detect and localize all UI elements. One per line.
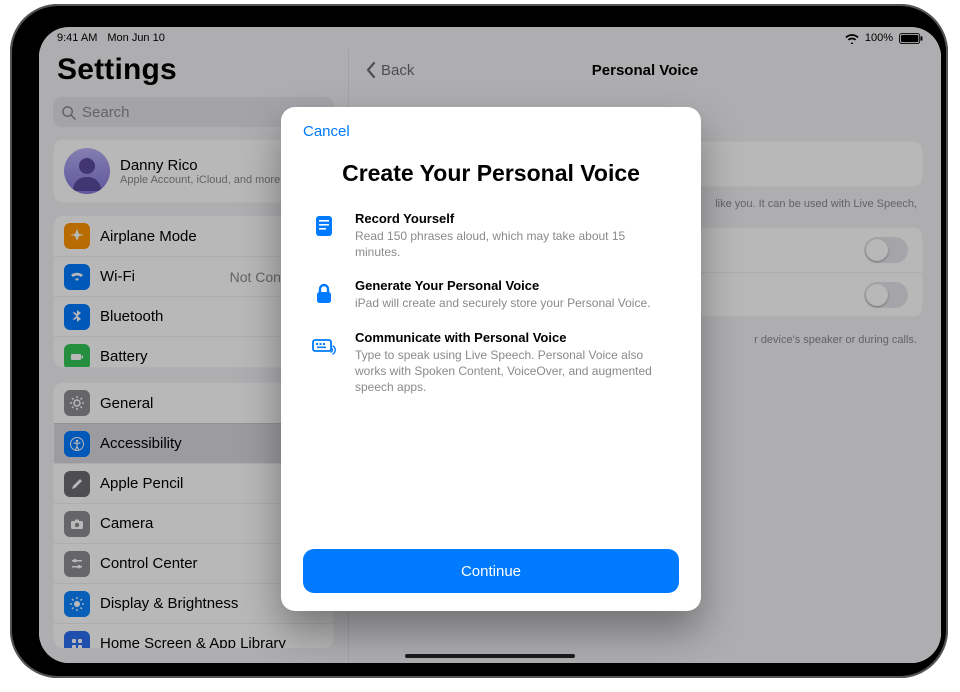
- modal-title: Create Your Personal Voice: [303, 160, 679, 187]
- modal-bullet-generate: Generate Your Personal Voice iPad will c…: [303, 278, 679, 311]
- keyboard-wave-icon: [309, 332, 339, 396]
- modal-bullet-communicate: Communicate with Personal Voice Type to …: [303, 330, 679, 396]
- create-voice-modal: Cancel Create Your Personal Voice Record…: [281, 107, 701, 611]
- cancel-button[interactable]: Cancel: [303, 123, 350, 140]
- bullet-head: Generate Your Personal Voice: [355, 278, 650, 293]
- bullet-head: Record Yourself: [355, 211, 673, 226]
- lock-icon: [309, 280, 339, 311]
- bullet-body: Type to speak using Live Speech. Persona…: [355, 347, 673, 396]
- bullet-body: iPad will create and securely store your…: [355, 295, 650, 311]
- home-indicator[interactable]: [405, 654, 575, 658]
- bullet-head: Communicate with Personal Voice: [355, 330, 673, 345]
- ipad-screen: 9:41 AM Mon Jun 10 100% Settings: [39, 27, 941, 663]
- modal-bullet-record: Record Yourself Read 150 phrases aloud, …: [303, 211, 679, 260]
- continue-button[interactable]: Continue: [303, 549, 679, 593]
- bullet-body: Read 150 phrases aloud, which may take a…: [355, 228, 673, 260]
- device-frame: 9:41 AM Mon Jun 10 100% Settings: [10, 4, 948, 678]
- script-icon: [309, 213, 339, 260]
